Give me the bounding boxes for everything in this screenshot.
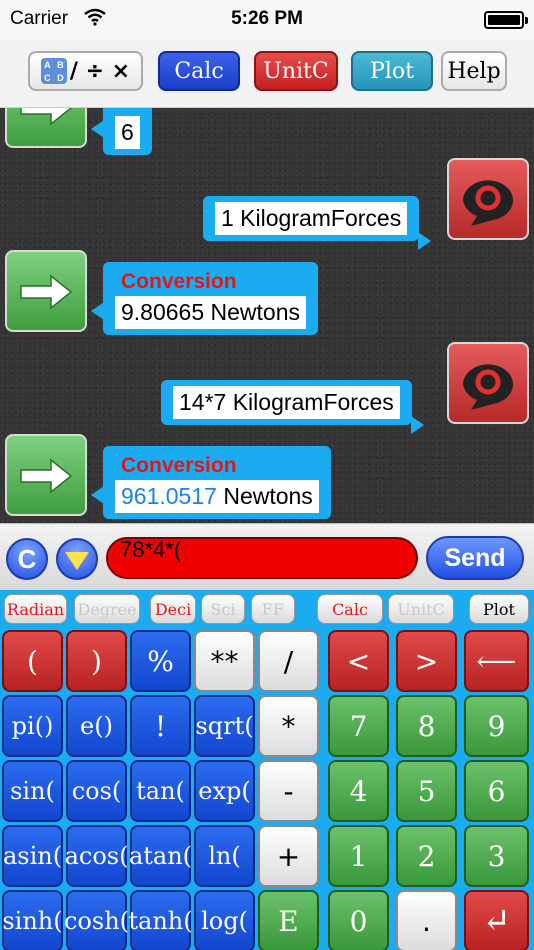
key-asin[interactable]: asin( [2,825,63,887]
key-cursor-left[interactable]: < [328,630,389,692]
key-sinh[interactable]: sinh( [2,890,63,950]
message-body: 6 [115,116,140,149]
key-cos[interactable]: cos( [66,760,127,822]
key-cursor-right[interactable]: > [396,630,457,692]
triangle-down-icon [65,552,89,570]
key-6[interactable]: 6 [464,760,529,822]
key-5[interactable]: 5 [396,760,457,822]
help-button[interactable]: Help [441,51,507,91]
mode-symbols: / ÷ × [69,58,131,84]
plot-tab-button[interactable]: Plot [351,51,433,91]
chat-area[interactable]: 6 1 KilogramForces Conversion 9.80665 Ne… [0,108,534,523]
chat-message: 1 KilogramForces [203,196,432,250]
key-open-paren[interactable]: ( [2,630,63,692]
key-minus[interactable]: - [258,760,319,822]
input-bar: C 78*4*( Send [0,523,534,590]
result-arrow-icon [5,434,87,516]
chat-message: Conversion 9.80665 Newtons [90,262,319,335]
key-sin[interactable]: sin( [2,760,63,822]
plot-keyboard-button[interactable]: Plot [469,594,529,624]
key-0[interactable]: 0 [328,890,389,950]
key-factorial[interactable]: ! [130,695,191,757]
key-e[interactable]: e() [66,695,127,757]
key-cosh[interactable]: cosh( [64,890,129,950]
key-pi[interactable]: pi() [2,695,63,757]
status-bar: Carrier 5:26 PM [0,0,534,40]
sci-mode-button[interactable]: Sci [201,594,245,624]
key-4[interactable]: 4 [328,760,389,822]
result-arrow-icon [5,250,87,332]
mode-switch-button[interactable]: ABCD / ÷ × [28,51,143,91]
unitc-keyboard-button[interactable]: UnitC [388,594,454,624]
key-exponent-e[interactable]: E [258,890,319,950]
key-acos[interactable]: acos( [65,825,128,887]
chat-message: Conversion 961.0517 Newtons [91,446,331,519]
speech-bubble-icon [447,342,529,424]
ff-mode-button[interactable]: FF [251,594,295,624]
key-8[interactable]: 8 [396,695,457,757]
deci-mode-button[interactable]: Deci [150,594,196,624]
message-header: Conversion [121,454,237,477]
key-power[interactable]: ** [194,630,255,692]
key-divide[interactable]: / [258,630,319,692]
message-body: 961.0517 Newtons [115,480,319,513]
chat-message: 6 [91,108,152,155]
message-body: 9.80665 Newtons [115,296,307,329]
key-backspace[interactable]: ⟵ [464,630,529,692]
key-2[interactable]: 2 [396,825,457,887]
message-header: Conversion [121,270,237,293]
key-atan[interactable]: atan( [129,825,192,887]
send-button[interactable]: Send [426,536,524,580]
message-body: 14*7 KilogramForces [173,386,400,419]
key-log[interactable]: log( [194,890,255,950]
clock: 5:26 PM [231,8,303,29]
chat-message: 14*7 KilogramForces [161,380,424,434]
message-body: 1 KilogramForces [215,202,408,235]
key-7[interactable]: 7 [328,695,389,757]
degree-mode-button[interactable]: Degree [74,594,140,624]
key-enter[interactable]: ↵ [464,890,529,950]
key-tan[interactable]: tan( [130,760,191,822]
unitc-tab-button[interactable]: UnitC [254,51,338,91]
key-exp[interactable]: exp( [194,760,255,822]
top-toolbar: ABCD / ÷ × Calc UnitC Plot Help [0,40,534,108]
result-arrow-icon [5,108,87,148]
expression-input[interactable]: 78*4*( [106,537,418,579]
clear-button[interactable]: C [6,538,48,580]
key-close-paren[interactable]: ) [66,630,127,692]
key-sqrt[interactable]: sqrt( [194,695,255,757]
abcd-icon: ABCD [40,58,67,84]
key-plus[interactable]: + [258,825,319,887]
battery-icon [484,11,528,29]
key-multiply[interactable]: * [258,695,319,757]
result-unit: Newtons [216,483,313,509]
key-percent[interactable]: % [130,630,191,692]
key-tanh[interactable]: tanh( [128,890,193,950]
key-ln[interactable]: ln( [194,825,255,887]
calc-keyboard-button[interactable]: Calc [317,594,383,624]
calc-tab-button[interactable]: Calc [158,51,240,91]
key-1[interactable]: 1 [328,825,389,887]
key-9[interactable]: 9 [464,695,529,757]
key-3[interactable]: 3 [464,825,529,887]
radian-mode-button[interactable]: Radian [4,594,67,624]
result-number-link[interactable]: 961.0517 [121,483,217,509]
calculator-keyboard: Radian Degree Deci Sci FF Calc UnitC Plo… [0,590,534,950]
key-decimal[interactable]: . [396,890,457,950]
speech-bubble-icon [447,158,529,240]
dropdown-button[interactable] [56,538,98,580]
